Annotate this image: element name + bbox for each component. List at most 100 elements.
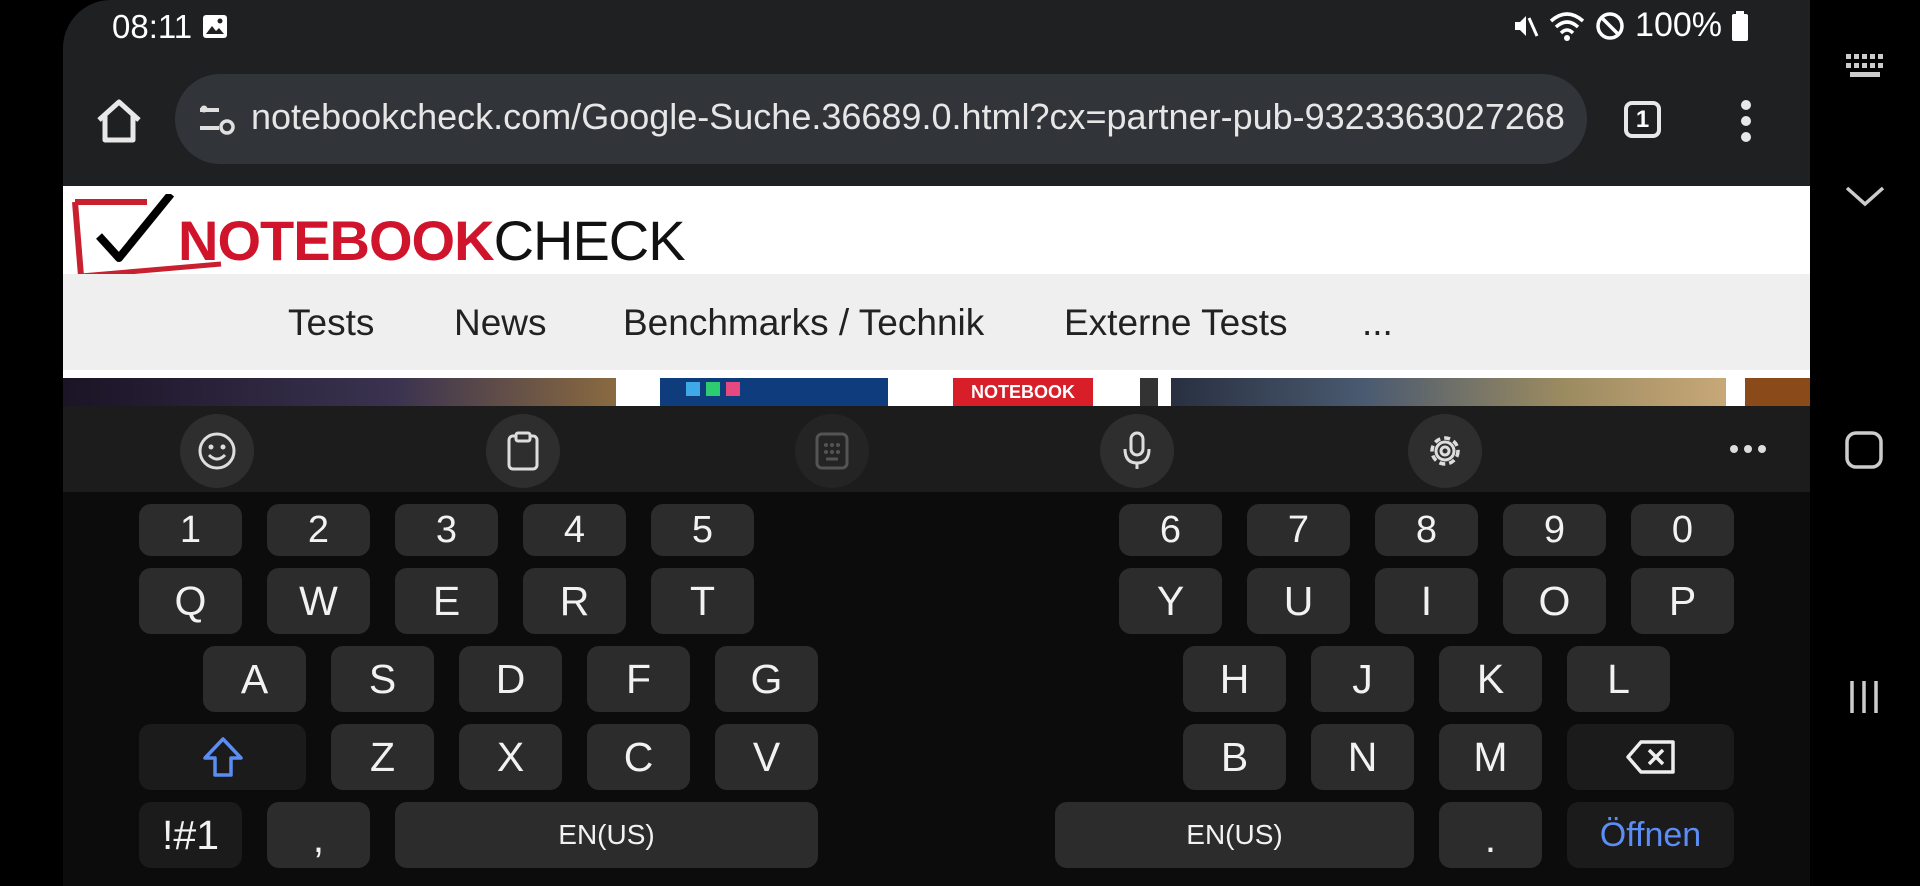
mute-icon [1515,15,1539,37]
status-bar: 08:11 100% [63,0,1810,54]
key-2[interactable]: 2 [267,504,370,556]
windows-tile [686,382,700,396]
article-thumbnail-logo[interactable]: NOTEBOOK CHECK [953,378,1093,430]
site-navigation: Tests News Benchmarks / Technik Externe … [63,274,1810,370]
key-o[interactable]: O [1503,568,1606,634]
key-5[interactable]: 5 [651,504,754,556]
spacebar-right[interactable]: EN(US) [1055,802,1414,868]
clipboard-icon [507,431,539,471]
comma-key[interactable]: , [267,802,370,868]
keyboard-settings-button[interactable] [1408,414,1482,488]
key-q[interactable]: Q [139,568,242,634]
numpad-icon [815,432,849,470]
key-x[interactable]: X [459,724,562,790]
url-text: notebookcheck.com/Google-Suche.36689.0.h… [251,96,1565,137]
key-f[interactable]: F [587,646,690,712]
site-logo-text[interactable]: NOTEBOOKCHECK [178,208,686,273]
nav-externe-tests[interactable]: Externe Tests [1064,302,1287,344]
key-e[interactable]: E [395,568,498,634]
key-6[interactable]: 6 [1119,504,1222,556]
do-not-disturb-icon [1596,11,1624,40]
key-b[interactable]: B [1183,724,1286,790]
more-toolbar-options-icon[interactable] [1728,442,1768,456]
key-c[interactable]: C [587,724,690,790]
key-r[interactable]: R [523,568,626,634]
open-action-key[interactable]: Öffnen [1567,802,1734,868]
article-thumbnail[interactable] [1745,378,1810,406]
symbols-key[interactable]: !#1 [139,802,242,868]
emoji-icon [198,432,236,470]
tab-switcher-button[interactable]: 1 [1624,101,1661,138]
nav-more[interactable]: ... [1362,302,1393,344]
key-s[interactable]: S [331,646,434,712]
battery-percentage: 100% [1635,6,1722,44]
logo-text-red: NOTEBOOK [178,209,495,272]
article-thumbnail[interactable] [63,378,616,406]
keyboard-switch-icon[interactable] [1844,52,1886,80]
key-z[interactable]: Z [331,724,434,790]
phone-screen: 08:11 100% notebookcheck.com/Google-Such… [63,0,1810,886]
browser-toolbar: notebookcheck.com/Google-Suche.36689.0.h… [63,54,1810,186]
shift-arrow-icon [202,737,243,777]
article-thumbnail-strip: NOTEBOOK CHECK [63,370,1810,430]
article-thumbnail[interactable] [660,378,888,406]
key-m[interactable]: M [1439,724,1542,790]
gallery-notification-icon [203,15,227,38]
logo-text-black: CHECK [493,209,686,272]
backspace-icon [1625,740,1675,774]
key-8[interactable]: 8 [1375,504,1478,556]
key-g[interactable]: G [715,646,818,712]
key-y[interactable]: Y [1119,568,1222,634]
hide-keyboard-icon[interactable] [1844,184,1886,208]
keyboard-mode-button[interactable] [795,414,869,488]
nav-tests[interactable]: Tests [288,302,374,344]
key-a[interactable]: A [203,646,306,712]
key-0[interactable]: 0 [1631,504,1734,556]
key-n[interactable]: N [1311,724,1414,790]
key-9[interactable]: 9 [1503,504,1606,556]
more-options-icon[interactable] [1739,99,1753,143]
battery-icon [1732,10,1748,41]
key-i[interactable]: I [1375,568,1478,634]
key-t[interactable]: T [651,568,754,634]
key-w[interactable]: W [267,568,370,634]
key-4[interactable]: 4 [523,504,626,556]
windows-tile [706,382,720,396]
key-1[interactable]: 1 [139,504,242,556]
key-d[interactable]: D [459,646,562,712]
article-thumbnail[interactable] [1171,378,1726,406]
shift-key[interactable] [139,724,306,790]
home-button-icon[interactable] [1844,430,1884,470]
emoji-button[interactable] [180,414,254,488]
status-right-group: 100% [1511,6,1748,45]
key-7[interactable]: 7 [1247,504,1350,556]
microphone-icon [1123,431,1151,469]
windows-tile [726,382,740,396]
spacebar-left[interactable]: EN(US) [395,802,818,868]
clipboard-button[interactable] [486,414,560,488]
key-3[interactable]: 3 [395,504,498,556]
home-icon[interactable] [94,96,144,146]
nav-news[interactable]: News [454,302,547,344]
split-keyboard: 1 2 3 4 5 6 7 8 9 0 Q W E R T Y U I O P … [63,406,1810,886]
address-bar[interactable]: notebookcheck.com/Google-Suche.36689.0.h… [175,74,1587,164]
site-settings-icon[interactable] [197,102,235,136]
backspace-key[interactable] [1567,724,1734,790]
gear-icon [1430,436,1460,466]
web-page-content: NOTEBOOKCHECK Tests News Benchmarks / Te… [63,186,1810,430]
key-u[interactable]: U [1247,568,1350,634]
key-j[interactable]: J [1311,646,1414,712]
key-v[interactable]: V [715,724,818,790]
key-h[interactable]: H [1183,646,1286,712]
voice-input-button[interactable] [1100,414,1174,488]
period-key[interactable]: . [1439,802,1542,868]
site-header: NOTEBOOKCHECK [63,186,1810,306]
key-p[interactable]: P [1631,568,1734,634]
article-thumbnail[interactable] [1140,378,1158,406]
wifi-icon [1549,11,1585,41]
nav-benchmarks[interactable]: Benchmarks / Technik [623,302,984,344]
key-k[interactable]: K [1439,646,1542,712]
keyboard-toolbar [63,406,1810,492]
key-l[interactable]: L [1567,646,1670,712]
recent-apps-icon[interactable] [1844,677,1884,717]
